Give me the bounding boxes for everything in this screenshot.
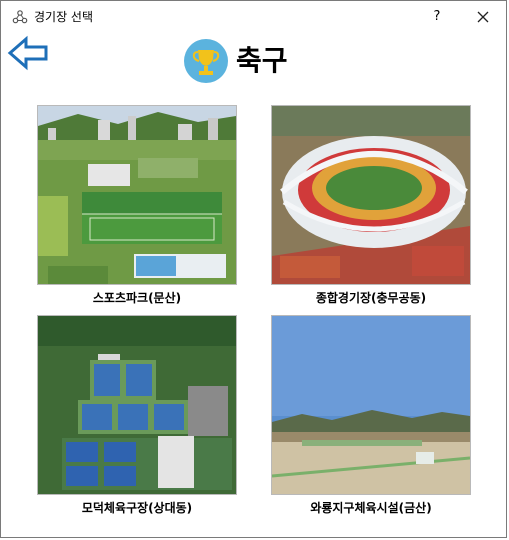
- window-title: 경기장 선택: [34, 10, 94, 24]
- venue-label: 와룡지구체육시설(금산): [310, 501, 432, 515]
- app-icon: [12, 10, 28, 24]
- title-bar: 경기장 선택 ?: [1, 1, 506, 33]
- venue-select-window: 경기장 선택 ? 축구 스포츠파크(문산) 종합경기장(충무공동) 모덕체육구장…: [0, 0, 507, 538]
- close-icon[interactable]: [471, 7, 495, 27]
- venue-photo: [271, 315, 471, 495]
- trophy-icon: [184, 39, 228, 83]
- venue-photo: [37, 105, 237, 285]
- back-arrow-icon[interactable]: [7, 35, 49, 71]
- venue-photo: [37, 315, 237, 495]
- help-button[interactable]: ?: [425, 7, 449, 27]
- venue-label: 종합경기장(충무공동): [315, 291, 427, 305]
- page-title: 축구: [236, 44, 288, 77]
- venue-label: 스포츠파크(문산): [92, 291, 182, 305]
- venue-label: 모덕체육구장(상대동): [81, 501, 193, 515]
- venue-photo: [271, 105, 471, 285]
